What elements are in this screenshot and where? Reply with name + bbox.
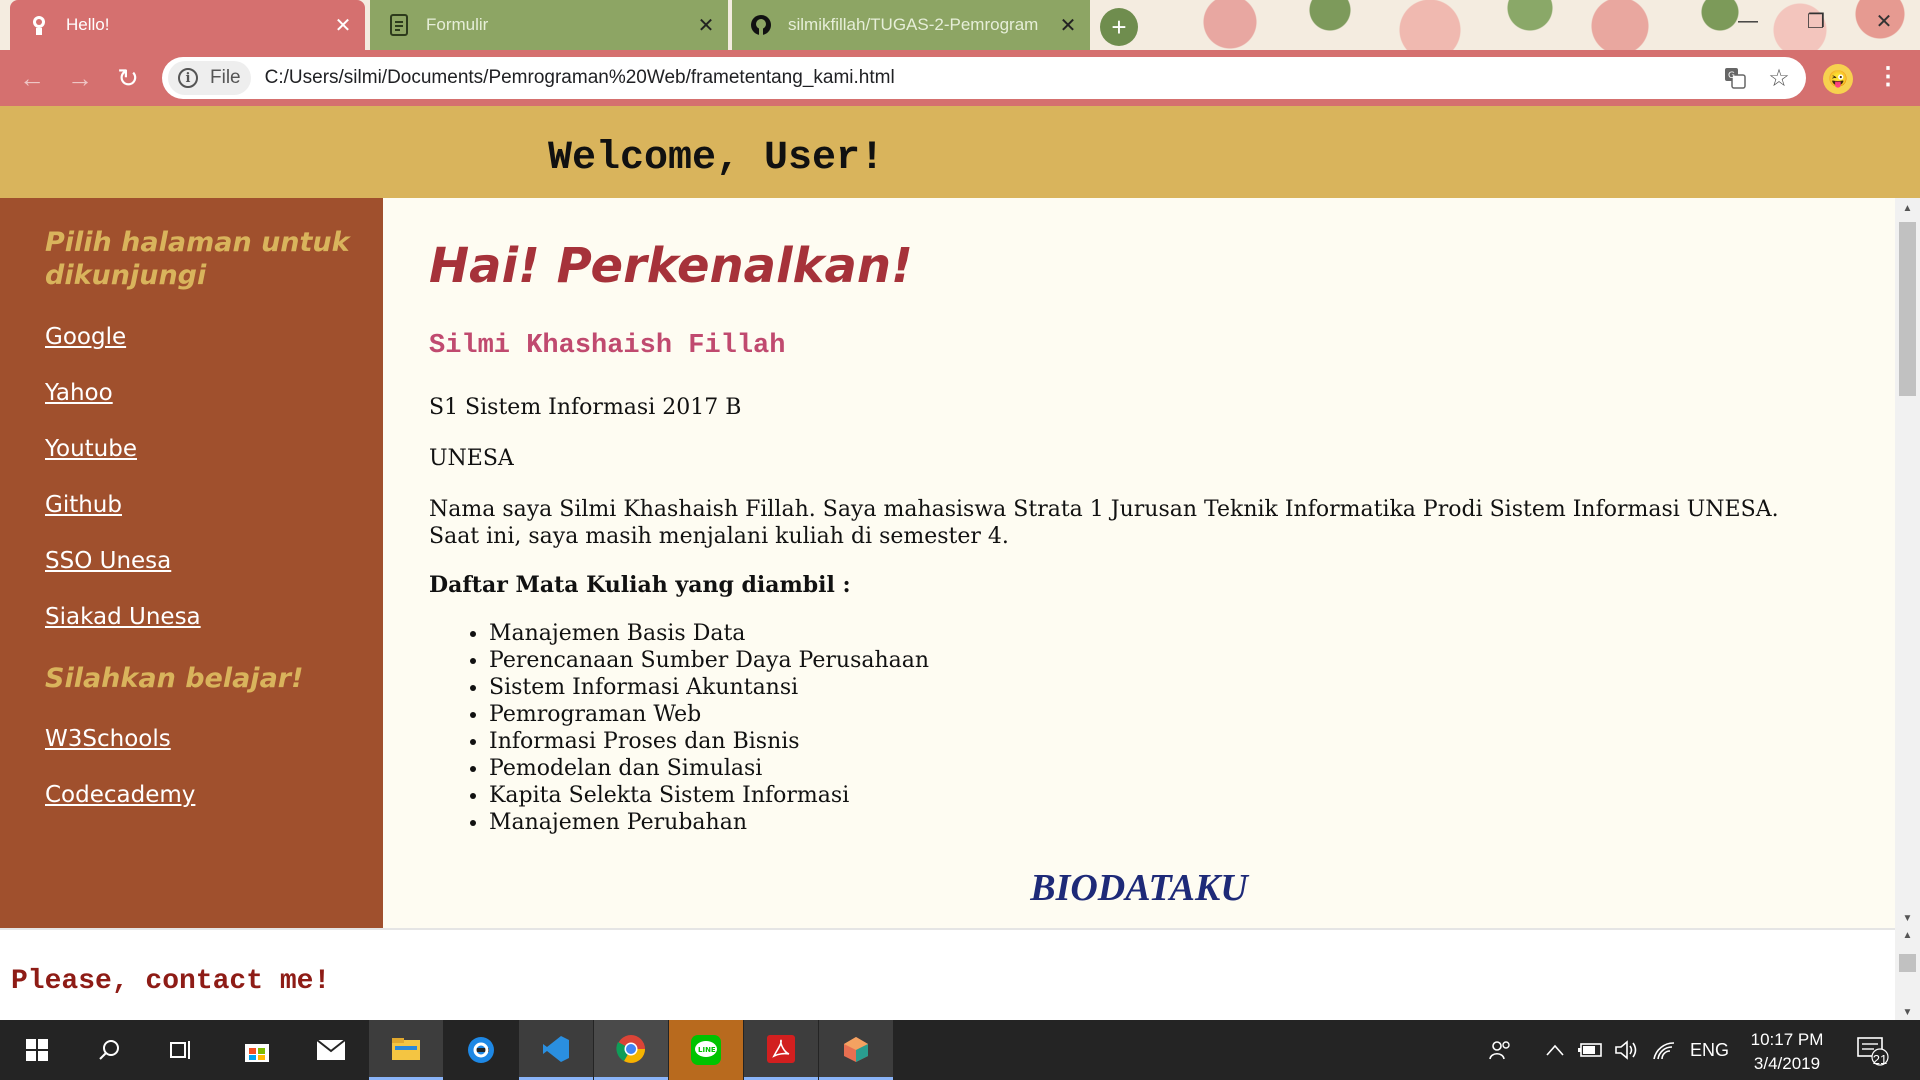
forward-arrow-icon[interactable]: → (64, 62, 96, 94)
reload-icon[interactable]: ↻ (112, 62, 144, 94)
intro-line-1: Nama saya Silmi Khashaish Fillah. Saya m… (429, 497, 1779, 522)
chrome-icon[interactable] (594, 1020, 668, 1080)
courses-heading: Daftar Mata Kuliah yang diambil : (429, 572, 851, 598)
profile-avatar[interactable]: 😜 (1823, 64, 1853, 94)
vscode-icon[interactable] (519, 1020, 593, 1080)
page-title: Hai! Perkenalkan! (429, 238, 913, 294)
scroll-thumb[interactable] (1899, 222, 1916, 396)
tab-strip: Hello! ✕ Formulir ✕ silmikfillah/TUGAS-2… (0, 0, 1920, 50)
close-tab-icon[interactable]: ✕ (694, 13, 718, 37)
close-window-icon[interactable]: ✕ (1854, 0, 1914, 42)
tab-title: Formulir (426, 15, 489, 34)
list-item: Informasi Proses dan Bisnis (489, 728, 929, 755)
store-icon[interactable] (220, 1020, 294, 1080)
link-sso-unesa[interactable]: SSO Unesa (45, 548, 171, 574)
svg-text:G: G (1728, 71, 1735, 81)
biodata-heading: BIODATAKU (1030, 867, 1248, 909)
tab-title: silmikfillah/TUGAS-2-Pemrogram (788, 15, 1039, 34)
list-item: Pemodelan dan Simulasi (489, 755, 929, 782)
list-item: Pemrograman Web (489, 701, 929, 728)
intro-paragraph: Nama saya Silmi Khashaish Fillah. Saya m… (429, 496, 1869, 550)
scroll-up-icon[interactable]: ▲ (1895, 930, 1920, 941)
list-item: Manajemen Basis Data (489, 620, 929, 647)
sidebar-heading-learn: Silahkan belajar! (45, 663, 304, 694)
list-item: Perencanaan Sumber Daya Perusahaan (489, 647, 929, 674)
translate-icon[interactable]: G (1722, 65, 1748, 91)
scroll-thumb[interactable] (1899, 954, 1916, 972)
content-scrollbar[interactable]: ▲ ▼ (1895, 198, 1920, 928)
content-frame: Hai! Perkenalkan! Silmi Khashaish Fillah… (383, 198, 1895, 928)
github-icon (750, 14, 772, 36)
tab-github[interactable]: silmikfillah/TUGAS-2-Pemrogram ✕ (732, 0, 1090, 50)
link-codecademy[interactable]: Codecademy (45, 782, 195, 808)
people-icon[interactable] (1488, 1020, 1512, 1080)
windows-taskbar: LINE ENG 10:17 PM 3/4/2019 21 (0, 1020, 1920, 1080)
info-icon: i (178, 68, 198, 88)
close-tab-icon[interactable]: ✕ (1056, 13, 1080, 37)
close-tab-icon[interactable]: ✕ (331, 13, 355, 37)
wifi-icon[interactable] (1652, 1020, 1676, 1080)
scroll-down-icon[interactable]: ▼ (1895, 1007, 1920, 1018)
back-arrow-icon[interactable]: ← (16, 62, 48, 94)
scroll-down-icon[interactable]: ▼ (1895, 908, 1920, 928)
list-item: Kapita Selekta Sistem Informasi (489, 782, 929, 809)
link-github[interactable]: Github (45, 492, 122, 518)
link-google[interactable]: Google (45, 324, 126, 350)
battery-icon[interactable] (1578, 1020, 1604, 1080)
footer-scrollbar[interactable]: ▲ ▼ (1895, 928, 1920, 1020)
bowling-favicon-icon (28, 14, 50, 36)
file-explorer-icon[interactable] (369, 1020, 443, 1080)
header-frame: Welcome, User! (0, 106, 1920, 198)
link-yahoo[interactable]: Yahoo (45, 380, 113, 406)
tab-hello[interactable]: Hello! ✕ (10, 0, 365, 50)
tab-title: Hello! (66, 15, 110, 34)
document-icon (388, 14, 410, 36)
menu-icon[interactable]: ⋮ (1876, 62, 1900, 91)
notification-count: 21 (1872, 1052, 1888, 1067)
site-info-chip[interactable]: i File (168, 61, 251, 95)
clock[interactable]: 10:17 PM 3/4/2019 (1737, 1028, 1837, 1076)
chevron-up-icon[interactable] (1546, 1020, 1564, 1080)
university-text: UNESA (429, 446, 514, 471)
link-youtube[interactable]: Youtube (45, 436, 137, 462)
paint-3d-icon[interactable] (819, 1020, 893, 1080)
mail-icon[interactable] (294, 1020, 368, 1080)
start-windows-icon[interactable] (0, 1020, 74, 1080)
sidebar-frame: Pilih halaman untuk dikunjungi Google Ya… (0, 198, 383, 928)
url-text[interactable]: C:/Users/silmi/Documents/Pemrograman%20W… (265, 67, 895, 89)
intro-line-2: Saat ini, saya masih menjalani kuliah di… (429, 524, 1009, 549)
minimize-icon[interactable]: — (1718, 0, 1778, 42)
scroll-up-icon[interactable]: ▲ (1895, 198, 1920, 218)
bookmark-star-icon[interactable]: ☆ (1766, 65, 1792, 92)
tab-formulir[interactable]: Formulir ✕ (370, 0, 728, 50)
new-tab-button[interactable]: + (1100, 8, 1138, 46)
welcome-heading: Welcome, User! (548, 136, 885, 181)
link-siakad-unesa[interactable]: Siakad Unesa (45, 604, 201, 630)
address-bar[interactable]: i File C:/Users/silmi/Documents/Pemrogra… (162, 57, 1806, 99)
clock-time: 10:17 PM (1750, 1030, 1824, 1049)
volume-icon[interactable] (1614, 1020, 1638, 1080)
notification-icon[interactable]: 21 (1856, 1020, 1890, 1080)
acrobat-pdf-icon[interactable] (744, 1020, 818, 1080)
clock-date: 3/4/2019 (1753, 1054, 1821, 1073)
site-info-label: File (210, 67, 241, 88)
language-indicator[interactable]: ENG (1690, 1020, 1729, 1080)
svg-text:LINE: LINE (698, 1046, 716, 1054)
sidebar-heading-pages: Pilih halaman untuk dikunjungi (45, 227, 350, 291)
program-text: S1 Sistem Informasi 2017 B (429, 395, 742, 420)
browser-toolbar: ← → ↻ i File C:/Users/silmi/Documents/Pe… (0, 50, 1920, 106)
footer-frame: Please, contact me! (0, 928, 1920, 1020)
author-name: Silmi Khashaish Fillah (429, 331, 786, 361)
task-view-icon[interactable] (144, 1020, 218, 1080)
restore-icon[interactable]: ❐ (1786, 0, 1846, 42)
list-item: Manajemen Perubahan (489, 809, 929, 836)
line-app-icon[interactable]: LINE (669, 1020, 743, 1080)
courses-list: Manajemen Basis Data Perencanaan Sumber … (489, 620, 929, 836)
search-icon[interactable] (72, 1020, 146, 1080)
link-w3schools[interactable]: W3Schools (45, 726, 171, 752)
edge-icon[interactable] (444, 1020, 518, 1080)
contact-text: Please, contact me! (11, 966, 331, 997)
list-item: Sistem Informasi Akuntansi (489, 674, 929, 701)
